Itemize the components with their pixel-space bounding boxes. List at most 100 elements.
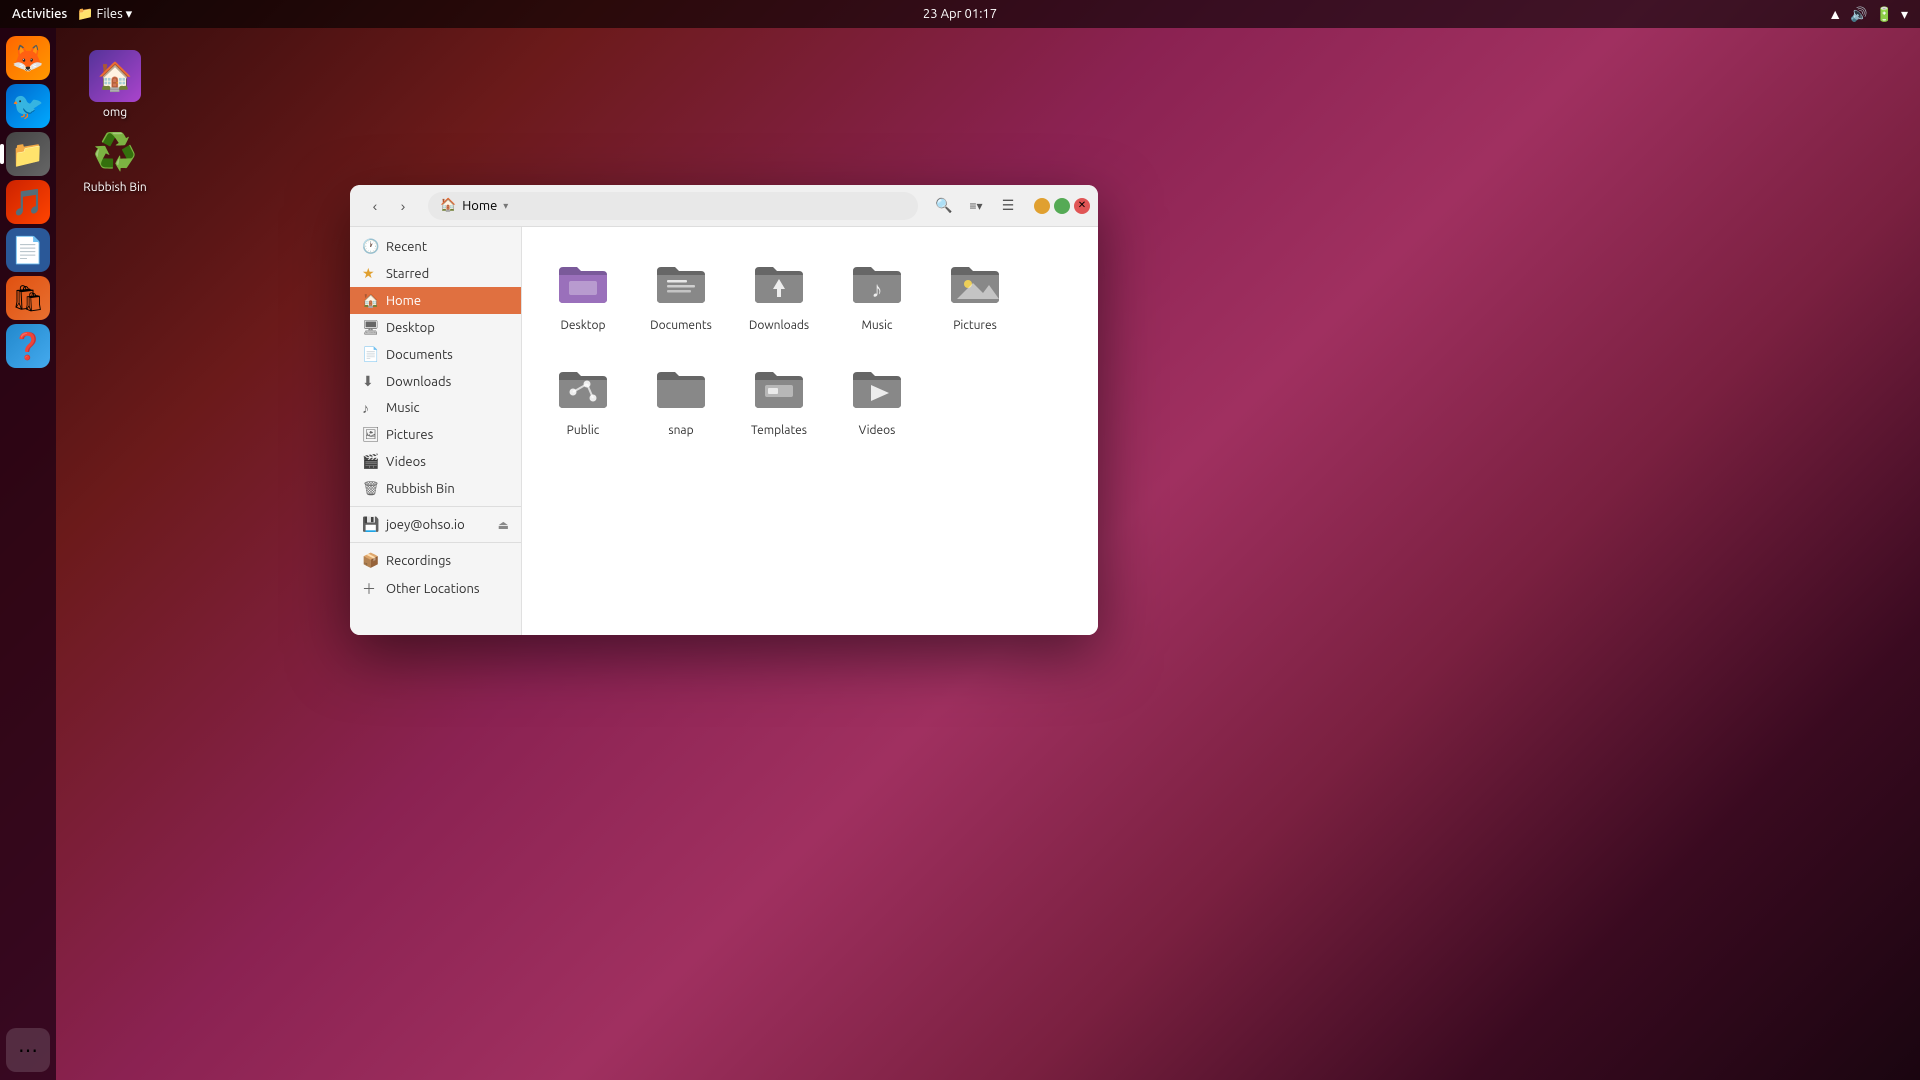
minimize-button[interactable] [1034,198,1050,214]
back-button[interactable]: ‹ [362,193,388,219]
sidebar-item-other-locations[interactable]: ＋ Other Locations [350,574,521,604]
activities-button[interactable]: Activities [12,7,67,21]
menu-button[interactable]: ☰ [994,192,1022,220]
main-content: Desktop Documents [522,227,1098,635]
close-button[interactable]: ✕ [1074,198,1090,214]
volume-icon[interactable]: 🔊 [1850,6,1867,23]
dock-ubuntu-software[interactable]: 🛍 [6,276,50,320]
folder-videos-label: Videos [859,424,896,437]
topbar: Activities 📁 Files ▾ 23 Apr 01:17 ▲ 🔊 🔋 … [0,0,1920,28]
sidebar-label-starred: Starred [386,267,429,281]
dock-firefox[interactable]: 🦊 [6,36,50,80]
starred-icon: ★ [362,265,378,282]
videos-nav-icon: 🎬 [362,453,378,470]
sidebar-item-rubbish[interactable]: 🗑 Rubbish Bin [350,475,521,502]
title-bar: ‹ › 🏠 Home ▾ 🔍 ≡▾ ☰ ✕ [350,185,1098,227]
dock-thunderbird[interactable]: 🐦 [6,84,50,128]
sidebar-label-recent: Recent [386,240,427,254]
view-list-button[interactable]: ≡▾ [962,192,990,220]
folder-desktop-label: Desktop [560,319,605,332]
folder-templates-label: Templates [751,424,807,437]
sidebar-item-home[interactable]: 🏠 Home [350,287,521,314]
sidebar-item-music[interactable]: ♪ Music [350,395,521,421]
folder-public[interactable]: Public [538,348,628,445]
folder-snap-label: snap [668,424,693,437]
svg-text:♪: ♪ [872,277,883,302]
folder-grid: Desktop Documents [538,243,1082,445]
folder-templates[interactable]: Templates [734,348,824,445]
desktop-icon-omg-label: omg [103,106,127,119]
sidebar-item-starred[interactable]: ★ Starred [350,260,521,287]
window-body: 🕐 Recent ★ Starred 🏠 Home 🖥 Desktop 📄 Do… [350,227,1098,635]
sidebar-label-other-locations: Other Locations [386,582,480,596]
rubbish-nav-icon: 🗑 [362,480,378,497]
sidebar-item-downloads[interactable]: ⬇ Downloads [350,368,521,395]
folder-videos[interactable]: Videos [832,348,922,445]
folder-snap[interactable]: snap [636,348,726,445]
recent-icon: 🕐 [362,238,378,255]
other-locations-icon: ＋ [362,579,378,599]
wifi-icon[interactable]: ▲ [1828,6,1842,22]
folder-documents[interactable]: Documents [636,243,726,340]
sidebar-item-desktop[interactable]: 🖥 Desktop [350,314,521,341]
pictures-nav-icon: 🖼 [362,426,378,443]
sidebar-label-downloads: Downloads [386,375,451,389]
remote-icon: 💾 [362,516,378,533]
music-nav-icon: ♪ [362,400,378,416]
folder-downloads-label: Downloads [749,319,809,332]
desktop-icon-omg[interactable]: 🏠 omg [75,50,155,119]
recordings-nav-icon: 📦 [362,552,378,569]
sidebar-item-joey[interactable]: 💾 joey@ohso.io ⏏ [350,511,521,538]
files-menu[interactable]: 📁 Files ▾ [77,7,132,22]
dock: 🦊 🐦 📁 🎵 📄 🛍 ❓ ⋯ [0,28,56,1080]
folder-documents-label: Documents [650,319,712,332]
downloads-nav-icon: ⬇ [362,373,378,390]
folder-downloads[interactable]: Downloads [734,243,824,340]
eject-icon[interactable]: ⏏ [498,518,509,532]
maximize-button[interactable] [1054,198,1070,214]
folder-public-label: Public [567,424,600,437]
desktop-nav-icon: 🖥 [362,319,378,336]
sidebar-label-home: Home [386,294,421,308]
search-button[interactable]: 🔍 [930,192,958,220]
sidebar-label-joey: joey@ohso.io [386,518,465,532]
sidebar-label-recordings: Recordings [386,554,451,568]
sidebar-item-videos[interactable]: 🎬 Videos [350,448,521,475]
sidebar-divider-2 [350,542,521,543]
datetime: 23 Apr 01:17 [923,7,997,21]
sidebar-label-rubbish: Rubbish Bin [386,482,455,496]
folder-pictures-label: Pictures [953,319,997,332]
system-menu-icon[interactable]: ▾ [1901,6,1908,23]
dock-help[interactable]: ❓ [6,324,50,368]
show-apps-button[interactable]: ⋯ [6,1028,50,1072]
forward-button[interactable]: › [390,193,416,219]
sidebar-item-documents[interactable]: 📄 Documents [350,341,521,368]
sidebar-label-documents: Documents [386,348,453,362]
dock-libreoffice[interactable]: 📄 [6,228,50,272]
location-bar[interactable]: 🏠 Home ▾ [428,192,918,220]
file-manager-window: ‹ › 🏠 Home ▾ 🔍 ≡▾ ☰ ✕ 🕐 Recent ★ [350,185,1098,635]
desktop-icon-rubbish[interactable]: ♻️ Rubbish Bin [75,125,155,194]
sidebar-label-music: Music [386,401,420,415]
folder-pictures[interactable]: Pictures [930,243,1020,340]
battery-icon[interactable]: 🔋 [1876,6,1893,23]
folder-desktop[interactable]: Desktop [538,243,628,340]
sidebar-divider-1 [350,506,521,507]
sidebar-label-pictures: Pictures [386,428,433,442]
sidebar-item-recordings[interactable]: 📦 Recordings [350,547,521,574]
documents-nav-icon: 📄 [362,346,378,363]
sidebar-label-desktop: Desktop [386,321,435,335]
folder-music[interactable]: ♪ Music [832,243,922,340]
sidebar-label-videos: Videos [386,455,426,469]
dock-rhythmbox[interactable]: 🎵 [6,180,50,224]
dock-files[interactable]: 📁 [6,132,50,176]
sidebar-item-pictures[interactable]: 🖼 Pictures [350,421,521,448]
location-label: Home [462,199,497,213]
desktop-icon-rubbish-label: Rubbish Bin [83,181,146,194]
home-nav-icon: 🏠 [362,292,378,309]
home-icon: 🏠 [440,198,456,213]
location-dropdown-icon[interactable]: ▾ [503,200,508,212]
folder-music-label: Music [862,319,893,332]
sidebar: 🕐 Recent ★ Starred 🏠 Home 🖥 Desktop 📄 Do… [350,227,522,635]
sidebar-item-recent[interactable]: 🕐 Recent [350,233,521,260]
